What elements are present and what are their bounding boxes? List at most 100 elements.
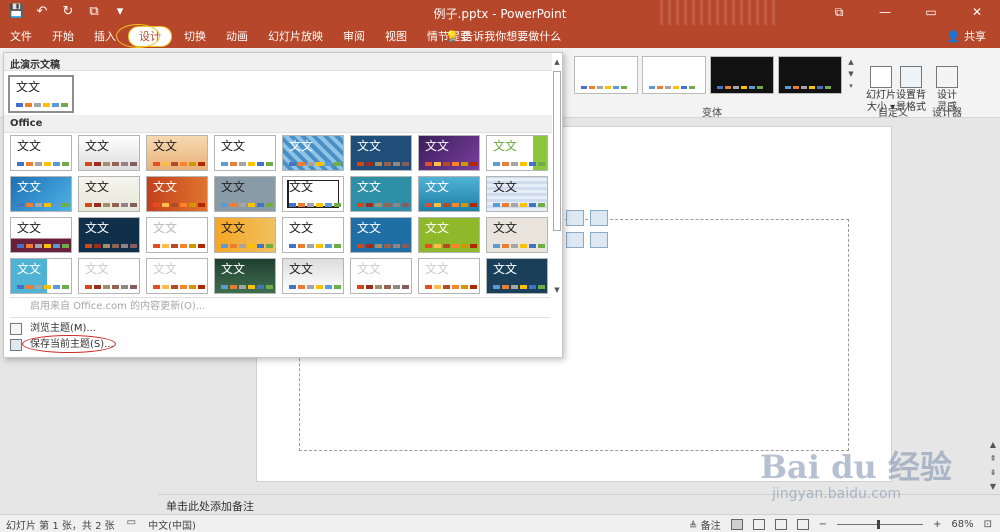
- theme-label: 文文: [425, 139, 450, 153]
- theme-label: 文文: [17, 221, 42, 235]
- theme-thumbnail[interactable]: 文文: [486, 176, 548, 212]
- tab-review[interactable]: 审阅: [333, 25, 375, 48]
- theme-color-bar: [17, 285, 69, 289]
- theme-label: 文文: [153, 262, 178, 276]
- gallery-scrollbar[interactable]: ▲ ▼: [552, 57, 562, 297]
- variant-2[interactable]: [642, 56, 706, 94]
- notes-toggle[interactable]: ≜ 备注: [689, 517, 721, 532]
- theme-thumbnail[interactable]: 文文: [214, 135, 276, 171]
- vertical-scrollbar[interactable]: ▲ ⇞ ⇟ ▼: [986, 118, 1000, 494]
- theme-thumbnail[interactable]: 文文: [282, 258, 344, 294]
- theme-thumbnail[interactable]: 文文: [10, 176, 72, 212]
- zoom-in-button[interactable]: +: [933, 519, 941, 530]
- theme-thumbnail[interactable]: 文文: [10, 258, 72, 294]
- theme-thumbnail[interactable]: 文文: [146, 258, 208, 294]
- ribbon-display-options-button[interactable]: ⧉: [816, 0, 862, 25]
- theme-thumbnail[interactable]: 文文: [418, 217, 480, 253]
- gallery-scroll-down-icon[interactable]: ▼: [552, 285, 562, 295]
- language-indicator[interactable]: 中文(中国): [148, 517, 196, 532]
- enable-office-updates-item: 启用来自 Office.com 的内容更新(O)...: [4, 297, 552, 317]
- theme-thumbnail[interactable]: 文文: [78, 176, 140, 212]
- theme-thumbnail[interactable]: 文文: [418, 176, 480, 212]
- tell-me-box[interactable]: 💡 告诉我你想要做什么: [445, 25, 561, 48]
- theme-thumbnail[interactable]: 文文: [214, 258, 276, 294]
- theme-thumbnail[interactable]: 文文: [214, 217, 276, 253]
- variant-3[interactable]: [710, 56, 774, 94]
- theme-thumbnail[interactable]: 文文: [146, 217, 208, 253]
- theme-label: 文文: [425, 221, 450, 235]
- theme-label: 文文: [493, 139, 518, 153]
- theme-thumbnail[interactable]: 文文: [78, 217, 140, 253]
- scroll-down-icon[interactable]: ▼: [986, 480, 1000, 494]
- theme-thumbnail[interactable]: 文文: [78, 135, 140, 171]
- tab-animations[interactable]: 动画: [216, 25, 258, 48]
- theme-color-bar: [425, 285, 477, 289]
- theme-label: 文文: [221, 180, 246, 194]
- tab-file[interactable]: 文件: [0, 25, 42, 48]
- theme-color-bar: [85, 285, 137, 289]
- insert-video-icon[interactable]: [590, 232, 608, 248]
- close-button[interactable]: ✕: [954, 0, 1000, 25]
- theme-thumbnail[interactable]: 文文: [486, 258, 548, 294]
- slide-sorter-icon[interactable]: [752, 519, 765, 530]
- zoom-slider-thumb[interactable]: [876, 520, 880, 529]
- theme-thumbnail[interactable]: 文文: [350, 217, 412, 253]
- watermark: Bai du 经验 jingyan.baidu.com: [750, 428, 970, 514]
- zoom-out-button[interactable]: −: [819, 519, 827, 530]
- theme-label: 文文: [221, 221, 246, 235]
- previous-slide-icon[interactable]: ⇞: [986, 452, 1000, 466]
- theme-thumbnail[interactable]: 文文: [282, 135, 344, 171]
- theme-thumbnail[interactable]: 文文: [486, 135, 548, 171]
- theme-thumbnail[interactable]: 文文: [418, 258, 480, 294]
- tab-transitions[interactable]: 切换: [174, 25, 216, 48]
- variant-4[interactable]: [778, 56, 842, 94]
- theme-label: 文文: [16, 80, 41, 94]
- zoom-slider[interactable]: [836, 519, 923, 530]
- reading-view-icon[interactable]: [774, 519, 787, 530]
- zoom-level[interactable]: 68%: [951, 519, 973, 530]
- insert-smartart-icon[interactable]: [590, 210, 608, 226]
- maximize-button[interactable]: ▭: [908, 0, 954, 25]
- share-label: 共享: [964, 30, 986, 43]
- insert-chart-icon[interactable]: [566, 210, 584, 226]
- minimize-button[interactable]: —: [862, 0, 908, 25]
- share-button[interactable]: 👤 共享: [947, 25, 986, 48]
- theme-thumbnail[interactable]: 文文: [350, 258, 412, 294]
- theme-thumbnail[interactable]: 文文: [282, 217, 344, 253]
- theme-thumbnail[interactable]: 文文: [78, 258, 140, 294]
- theme-current[interactable]: 文文: [8, 75, 74, 113]
- gallery-scroll-up-icon[interactable]: ▲: [552, 57, 562, 67]
- theme-thumbnail[interactable]: 文文: [10, 135, 72, 171]
- theme-thumbnail[interactable]: 文文: [418, 135, 480, 171]
- theme-thumbnail[interactable]: 文文: [214, 176, 276, 212]
- theme-thumbnail[interactable]: 文文: [350, 176, 412, 212]
- theme-thumbnail[interactable]: 文文: [350, 135, 412, 171]
- theme-color-bar: [17, 162, 69, 166]
- theme-color-bar: [221, 285, 273, 289]
- scroll-up-icon[interactable]: ▲: [986, 438, 1000, 452]
- normal-view-icon[interactable]: [730, 519, 743, 530]
- proofing-icon[interactable]: ▭: [127, 517, 136, 532]
- insert-picture-icon[interactable]: [566, 232, 584, 248]
- slideshow-view-icon[interactable]: [796, 519, 809, 530]
- theme-color-bar: [221, 244, 273, 248]
- notes-placeholder: 单击此处添加备注: [166, 500, 254, 513]
- theme-label: 文文: [493, 221, 518, 235]
- gallery-scroll-thumb[interactable]: [553, 71, 561, 231]
- fit-slide-icon[interactable]: ⊡: [984, 519, 992, 530]
- variant-1[interactable]: [574, 56, 638, 94]
- tab-view[interactable]: 视图: [375, 25, 417, 48]
- theme-thumbnail[interactable]: 文文: [282, 176, 344, 212]
- variants-more-icon[interactable]: ▲ ▼ ▾: [846, 56, 856, 94]
- theme-color-bar: [153, 285, 205, 289]
- variant-color-bar: [581, 86, 627, 89]
- theme-thumbnail[interactable]: 文文: [486, 217, 548, 253]
- tab-slideshow[interactable]: 幻灯片放映: [258, 25, 333, 48]
- enable-office-updates-label: 启用来自 Office.com 的内容更新(O)...: [30, 301, 206, 312]
- theme-thumbnail[interactable]: 文文: [146, 176, 208, 212]
- theme-thumbnail[interactable]: 文文: [146, 135, 208, 171]
- tab-home[interactable]: 开始: [42, 25, 84, 48]
- next-slide-icon[interactable]: ⇟: [986, 466, 1000, 480]
- theme-thumbnail[interactable]: 文文: [10, 217, 72, 253]
- notes-toggle-label: 备注: [700, 521, 721, 532]
